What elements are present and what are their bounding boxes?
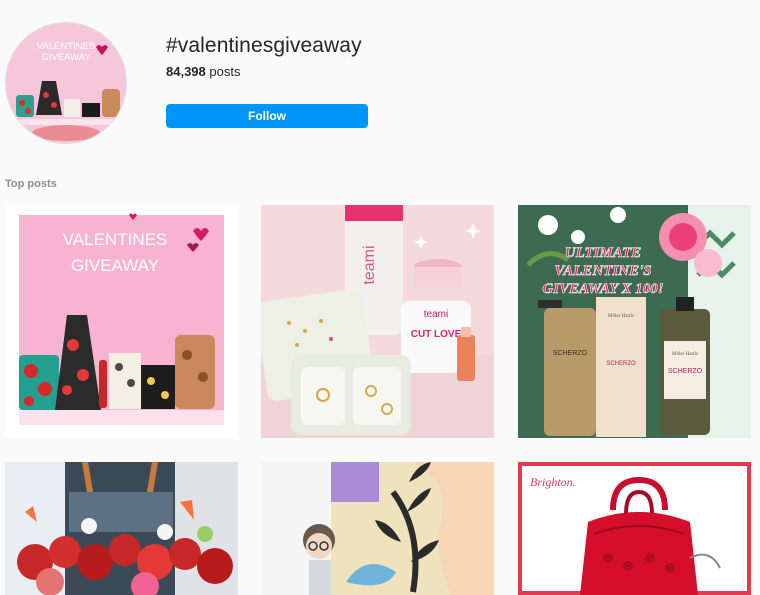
post3-line3: GIVEAWAY X 100! bbox=[542, 281, 663, 297]
post3-line2: VALENTINE'S bbox=[554, 263, 651, 279]
post-tile-5[interactable] bbox=[261, 462, 494, 595]
post3-tube-label: SCHERZO bbox=[553, 350, 588, 357]
post3-bottle-label: SCHERZO bbox=[668, 368, 703, 375]
post1-title-2: GIVEAWAY bbox=[71, 256, 159, 275]
hashtag-avatar: VALENTINES GIVEAWAY bbox=[5, 22, 127, 144]
post-tile-2[interactable]: teami teami CUT LOVE bbox=[261, 205, 494, 438]
post1-title-1: VALENTINES bbox=[63, 230, 168, 249]
post-count: 84,398 posts bbox=[166, 64, 240, 79]
post-count-number: 84,398 bbox=[166, 64, 206, 79]
post-tile-3[interactable]: ULTIMATE VALENTINE'S GIVEAWAY X 100! SCH… bbox=[518, 205, 751, 438]
top-posts-heading: Top posts bbox=[5, 178, 57, 190]
post3-line1: ULTIMATE bbox=[565, 245, 641, 261]
avatar-title-1: VALENTINES bbox=[37, 41, 95, 52]
post-tile-6[interactable]: Brighton. bbox=[518, 462, 751, 595]
post3-box-brand: Miller Harris bbox=[608, 314, 634, 319]
post3-box-label: SCHERZO bbox=[606, 361, 636, 367]
post-count-suffix: posts bbox=[205, 64, 241, 79]
follow-button[interactable]: Follow bbox=[166, 104, 368, 128]
post-tile-1[interactable]: VALENTINES GIVEAWAY bbox=[5, 205, 238, 438]
hashtag-title: #valentinesgiveaway bbox=[166, 34, 362, 57]
post3-bottle-brand: Miller Harris bbox=[672, 352, 698, 357]
post-tile-4[interactable] bbox=[5, 462, 238, 595]
post2-bottle-brand: teami bbox=[361, 245, 378, 284]
post6-brand: Brighton. bbox=[530, 475, 576, 489]
post2-jar-label: CUT LOVE bbox=[411, 329, 462, 340]
avatar-title-2: GIVEAWAY bbox=[41, 52, 91, 63]
post2-jar-brand: teami bbox=[424, 309, 448, 320]
